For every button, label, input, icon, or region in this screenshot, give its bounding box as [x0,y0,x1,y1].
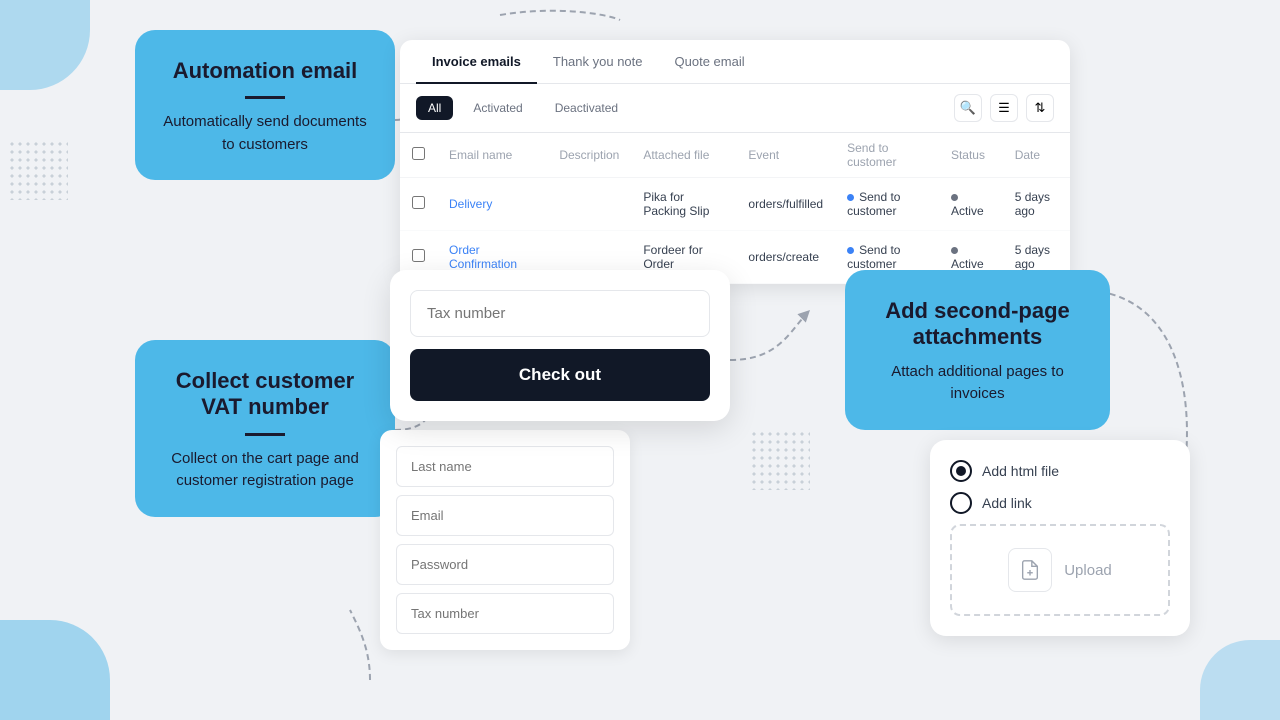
last-name-input[interactable] [396,446,614,487]
upload-panel: Add html file Add link Upload [930,440,1190,636]
vat-divider [245,433,285,436]
radio-link-label: Add link [982,495,1032,511]
col-send-to-customer: Send to customer [835,133,939,178]
search-icon-btn[interactable]: 🔍 [954,94,982,122]
dots-pattern-1 [8,140,68,200]
sort-icon-btn[interactable]: ⇅ [1026,94,1054,122]
row-event-2: orders/create [736,231,835,284]
tab-thank-you[interactable]: Thank you note [537,40,659,83]
email-tabs: Invoice emails Thank you note Quote emai… [400,40,1070,84]
col-status: Status [939,133,1003,178]
email-name-delivery[interactable]: Delivery [449,197,492,211]
tab-invoice-emails[interactable]: Invoice emails [416,40,537,83]
email-toolbar: All Activated Deactivated 🔍 ☰ ⇅ [400,84,1070,133]
col-date: Date [1003,133,1070,178]
select-all-checkbox[interactable] [412,147,425,160]
row-checkbox-1[interactable] [412,196,425,209]
row-checkbox-2[interactable] [412,249,425,262]
email-panel: Invoice emails Thank you note Quote emai… [400,40,1070,284]
row-event-1: orders/fulfilled [736,178,835,231]
email-table: Email name Description Attached file Eve… [400,133,1070,284]
col-email-name: Email name [437,133,547,178]
password-input[interactable] [396,544,614,585]
checkout-button[interactable]: Check out [410,349,710,401]
dots-pattern-2 [750,430,810,490]
row-send-1: Send to customer [835,178,939,231]
filter-deactivated[interactable]: Deactivated [543,96,630,120]
vat-card: Collect customer VAT number Collect on t… [135,340,395,517]
row-date-1: 5 days ago [1003,178,1070,231]
row-status-1: Active [939,178,1003,231]
col-attached-file: Attached file [631,133,736,178]
table-row: Delivery Pika for Packing Slip orders/fu… [400,178,1070,231]
attachments-card: Add second-page attachments Attach addit… [845,270,1110,430]
radio-html-icon [950,460,972,482]
automation-card: Automation email Automatically send docu… [135,30,395,180]
blob-decoration-br [1200,640,1280,720]
filter-activated[interactable]: Activated [461,96,534,120]
filter-all[interactable]: All [416,96,453,120]
upload-icon [1008,548,1052,592]
attachments-description: Attach additional pages to invoices [869,361,1086,406]
checkout-panel: Check out [390,270,730,421]
upload-label: Upload [1064,562,1112,579]
blob-decoration-bl [0,620,110,720]
email-input[interactable] [396,495,614,536]
radio-html-label: Add html file [982,463,1059,479]
automation-title: Automation email [159,58,371,84]
vat-description: Collect on the cart page and customer re… [159,448,371,493]
row-description-1 [547,178,631,231]
tax-number-reg-input[interactable] [396,593,614,634]
tax-number-input[interactable] [410,290,710,337]
radio-html-file[interactable]: Add html file [950,460,1170,482]
tab-quote-email[interactable]: Quote email [659,40,761,83]
automation-description: Automatically send documents to customer… [159,111,371,156]
vat-title: Collect customer VAT number [159,368,371,421]
radio-link-icon [950,492,972,514]
attachments-title: Add second-page attachments [869,298,1086,351]
radio-add-link[interactable]: Add link [950,492,1170,514]
registration-form [380,430,630,650]
upload-area[interactable]: Upload [950,524,1170,616]
automation-divider [245,96,285,99]
row-attached-1: Pika for Packing Slip [631,178,736,231]
col-event: Event [736,133,835,178]
blob-decoration-tl [0,0,90,90]
filter-icon-btn[interactable]: ☰ [990,94,1018,122]
col-description: Description [547,133,631,178]
email-name-order-confirmation[interactable]: Order Confirmation [449,243,517,271]
toolbar-icons: 🔍 ☰ ⇅ [954,94,1054,122]
